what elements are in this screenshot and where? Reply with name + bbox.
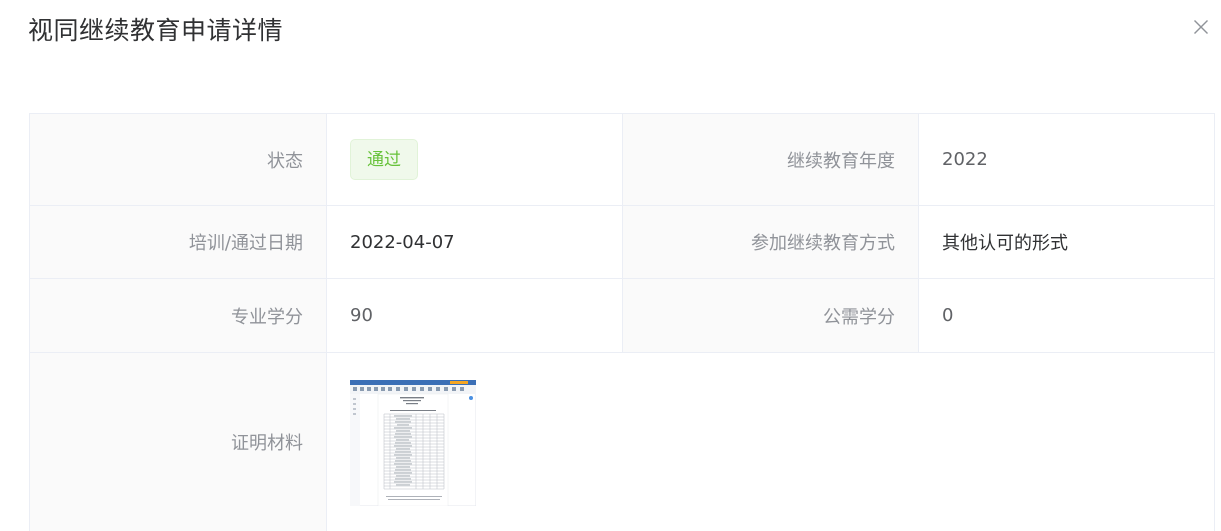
table-row: 专业学分 90 公需学分 0 (29, 278, 1215, 353)
detail-table: 状态 通过 继续教育年度 2022 培训/通过日期 2022-04-07 参加继… (29, 113, 1215, 531)
date-value: 2022-04-07 (326, 205, 623, 279)
professional-credit-label: 专业学分 (29, 278, 327, 353)
table-row: 状态 通过 继续教育年度 2022 (29, 113, 1215, 206)
year-value: 2022 (918, 113, 1215, 206)
year-label: 继续教育年度 (622, 113, 919, 206)
status-badge: 通过 (350, 139, 418, 180)
professional-credit-value: 90 (326, 278, 623, 353)
date-label: 培训/通过日期 (29, 205, 327, 279)
status-label: 状态 (29, 113, 327, 206)
method-value: 其他认可的形式 (918, 205, 1215, 279)
table-row: 证明材料 (29, 352, 1215, 531)
table-row: 培训/通过日期 2022-04-07 参加继续教育方式 其他认可的形式 (29, 205, 1215, 279)
status-cell: 通过 (326, 113, 623, 206)
document-thumbnail-icon[interactable] (350, 380, 476, 506)
proof-cell (326, 352, 1215, 531)
close-icon[interactable] (1193, 19, 1209, 35)
proof-label: 证明材料 (29, 352, 327, 531)
public-credit-label: 公需学分 (622, 278, 919, 353)
method-label: 参加继续教育方式 (622, 205, 919, 279)
detail-dialog: 视同继续教育申请详情 状态 通过 继续教育年度 2022 培训/通过日期 202… (0, 0, 1221, 531)
public-credit-value: 0 (918, 278, 1215, 353)
dialog-title: 视同继续教育申请详情 (28, 16, 284, 45)
